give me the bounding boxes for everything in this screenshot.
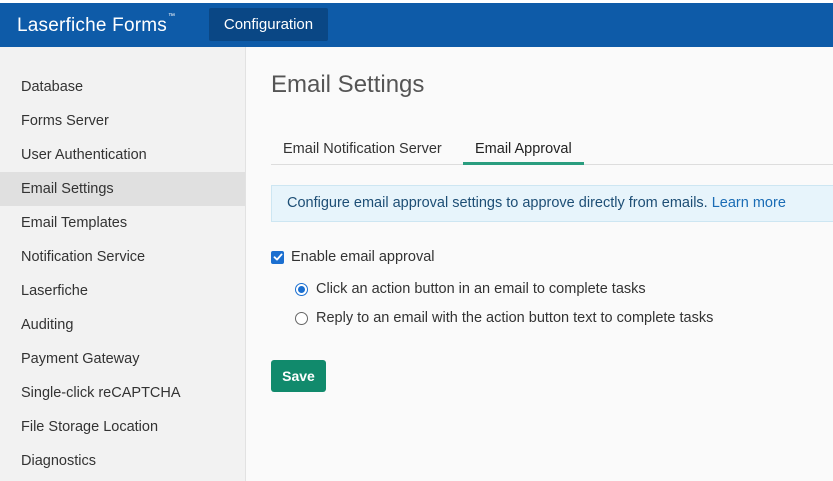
sidebar-item-email-settings[interactable]: Email Settings <box>0 172 245 206</box>
sidebar-item-database[interactable]: Database <box>0 70 245 104</box>
option-click-action-button-radio[interactable] <box>295 282 308 296</box>
enable-email-approval-checkbox[interactable] <box>271 250 284 264</box>
option-reply-email-label[interactable]: Reply to an email with the action button… <box>316 310 713 326</box>
radio-selected-dot <box>298 285 305 293</box>
sidebar-item-recaptcha[interactable]: Single-click reCAPTCHA <box>0 376 245 410</box>
save-button[interactable]: Save <box>271 360 326 392</box>
enable-email-approval-label[interactable]: Enable email approval <box>291 249 434 265</box>
sidebar-item-auditing[interactable]: Auditing <box>0 308 245 342</box>
sidebar-item-payment-gateway[interactable]: Payment Gateway <box>0 342 245 376</box>
tab-email-notification-server[interactable]: Email Notification Server <box>271 136 454 162</box>
main-content: Email Settings Email Notification Server… <box>247 47 833 481</box>
sidebar-item-laserfiche[interactable]: Laserfiche <box>0 274 245 308</box>
info-text: Configure email approval settings to app… <box>287 195 708 211</box>
option-click-action-button-row: Click an action button in an email to co… <box>295 279 646 299</box>
sidebar-item-email-templates[interactable]: Email Templates <box>0 206 245 240</box>
option-reply-email-radio[interactable] <box>295 311 308 325</box>
learn-more-link[interactable]: Learn more <box>712 195 786 211</box>
configuration-nav-button[interactable]: Configuration <box>209 8 328 41</box>
top-bar: Laserfiche Forms™ Configuration <box>0 0 833 47</box>
page-title: Email Settings <box>271 71 425 98</box>
option-reply-email-row: Reply to an email with the action button… <box>295 308 713 328</box>
tab-bar: Email Notification Server Email Approval <box>271 136 833 165</box>
sidebar-item-user-authentication[interactable]: User Authentication <box>0 138 245 172</box>
option-click-action-button-label[interactable]: Click an action button in an email to co… <box>316 281 646 297</box>
app-logo[interactable]: Laserfiche Forms™ <box>17 13 176 37</box>
tab-email-approval[interactable]: Email Approval <box>463 136 584 165</box>
trademark-symbol: ™ <box>167 13 176 20</box>
sidebar-item-notification-service[interactable]: Notification Service <box>0 240 245 274</box>
sidebar-item-forms-server[interactable]: Forms Server <box>0 104 245 138</box>
sidebar-item-file-storage-location[interactable]: File Storage Location <box>0 410 245 444</box>
sidebar: Database Forms Server User Authenticatio… <box>0 47 246 481</box>
info-banner: Configure email approval settings to app… <box>271 185 833 222</box>
sidebar-item-diagnostics[interactable]: Diagnostics <box>0 444 245 478</box>
enable-email-approval-row: Enable email approval <box>271 247 434 267</box>
brand-name: Laserfiche Forms <box>17 15 167 36</box>
checkmark-icon <box>273 253 282 261</box>
